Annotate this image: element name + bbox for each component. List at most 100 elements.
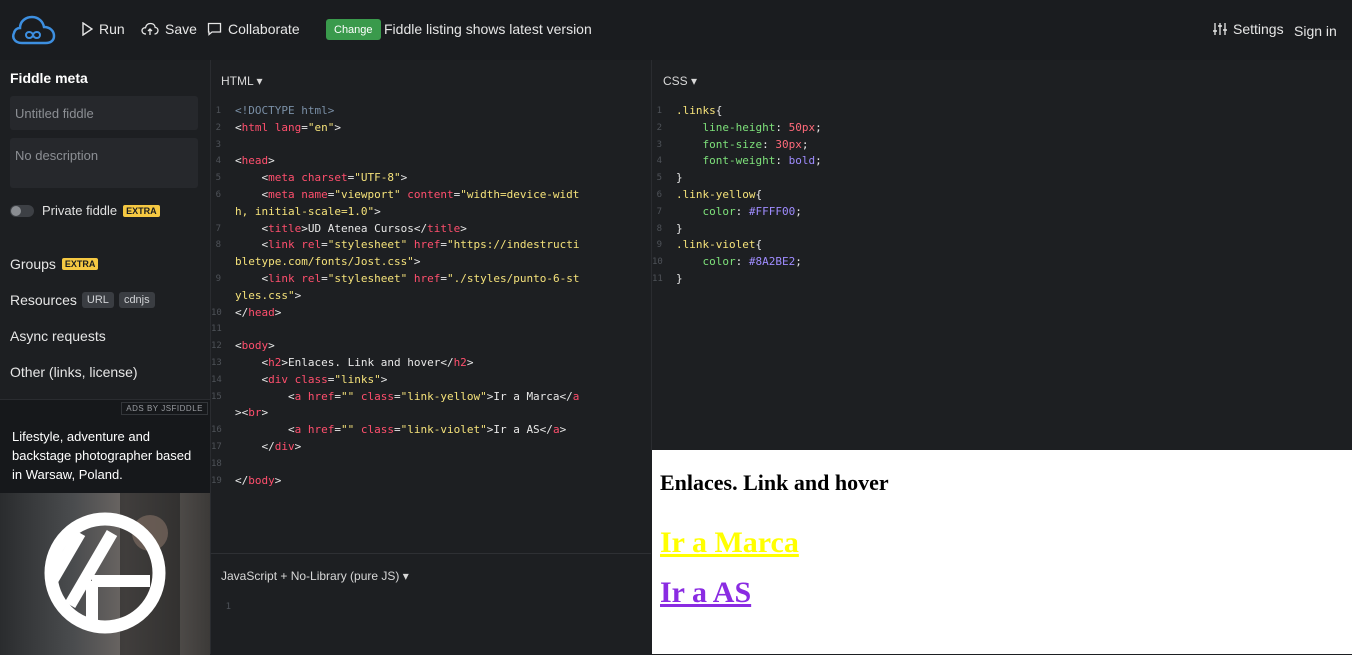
css-panel-label[interactable]: CSS ▾ xyxy=(663,74,697,88)
html-editor-panel[interactable]: HTML ▾ 1 <!DOCTYPE html> 2 <html lang="en">… xyxy=(210,60,651,553)
code-text: .link-violet{ xyxy=(676,238,763,252)
code-line[interactable]: 17 </div> xyxy=(211,439,651,456)
code-text: <body> xyxy=(235,339,275,353)
code-line[interactable]: 11 xyxy=(211,321,651,338)
code-line[interactable]: 13 <h2>Enlaces. Link and hover</h2> xyxy=(211,355,651,372)
code-line[interactable]: 18 xyxy=(211,456,651,473)
sidebar-item-async-requests[interactable]: Async requests xyxy=(10,328,106,344)
code-text: <title>UD Atenea Cursos</title> xyxy=(235,221,467,235)
code-line[interactable]: h, initial-scale=1.0"> xyxy=(211,204,651,221)
code-line[interactable]: 14 <div class="links"> xyxy=(211,372,651,389)
extra-badge: EXTRA xyxy=(123,204,160,217)
code-line[interactable]: 6 .link-yellow{ xyxy=(652,187,1342,204)
line-number: 3 xyxy=(215,139,221,150)
code-line[interactable]: 11} xyxy=(652,271,1342,288)
code-line[interactable]: 10 </head> xyxy=(211,305,651,322)
code-line[interactable]: 1 <!DOCTYPE html> xyxy=(211,103,651,120)
line-number: 4 xyxy=(656,156,662,167)
line-number: 9 xyxy=(656,240,662,251)
js-code-editor[interactable]: 1 xyxy=(221,599,641,616)
code-line[interactable]: 9 .link-violet{ xyxy=(652,237,1342,254)
code-line[interactable]: 10 color: #8A2BE2; xyxy=(652,254,1342,271)
result-link-yellow[interactable]: Ir a Marca xyxy=(660,523,799,563)
resources-label: Resources xyxy=(10,292,77,308)
code-text: <link rel="stylesheet" href="https://ind… xyxy=(235,238,580,252)
code-line[interactable]: 5 <meta charset="UTF-8"> xyxy=(211,170,651,187)
result-link-violet[interactable]: Ir a AS xyxy=(660,573,751,613)
line-number: 14 xyxy=(211,374,222,385)
js-editor-panel[interactable]: JavaScript + No-Library (pure JS) ▾ 1 xyxy=(210,553,651,654)
sidebar-item-groups[interactable]: Groups EXTRA xyxy=(10,256,99,272)
code-line[interactable]: 3 font-size: 30px; xyxy=(652,137,1342,154)
collaborate-button[interactable]: Collaborate xyxy=(207,21,300,37)
code-line[interactable]: 9 <link rel="stylesheet" href="./styles/… xyxy=(211,271,651,288)
line-number: 10 xyxy=(211,307,222,318)
ad-text[interactable]: Lifestyle, adventure and backstage photo… xyxy=(12,427,202,484)
line-number: 15 xyxy=(211,391,222,402)
code-line[interactable]: bletype.com/fonts/Jost.css"> xyxy=(211,254,651,271)
code-line[interactable]: 6 <meta name="viewport" content="width=d… xyxy=(211,187,651,204)
resources-tag-url[interactable]: URL xyxy=(81,292,114,308)
ad-photo[interactable] xyxy=(0,493,210,655)
code-text: <link rel="stylesheet" href="./styles/pu… xyxy=(235,271,580,285)
code-line[interactable]: 7 <title>UD Atenea Cursos</title> xyxy=(211,221,651,238)
line-number: 4 xyxy=(215,156,221,167)
fiddle-name-input[interactable]: Untitled fiddle xyxy=(10,96,198,130)
cloud-upload-icon xyxy=(141,22,159,35)
run-button[interactable]: Run xyxy=(81,21,125,37)
code-text: <meta charset="UTF-8"> xyxy=(235,171,408,185)
ads-label: ADS BY JSFIDDLE xyxy=(121,402,208,415)
css-code-editor[interactable]: 1 .links{ 2 line-height: 50px; 3 font-size:… xyxy=(652,103,1342,288)
code-text: color: #FFFF00; xyxy=(702,204,802,218)
line-number: 10 xyxy=(652,257,663,268)
code-line[interactable]: 16 <a href="" class="link-violet">Ir a A… xyxy=(211,422,651,439)
code-text: .links{ xyxy=(676,104,723,117)
code-line[interactable]: 2 <html lang="en"> xyxy=(211,120,651,137)
resources-tag-cdnjs[interactable]: cdnjs xyxy=(118,292,155,308)
code-text: <a href="" class="link-yellow">Ir a Marc… xyxy=(235,389,580,403)
settings-button[interactable]: Settings xyxy=(1212,21,1284,37)
groups-extra-badge: EXTRA xyxy=(61,258,99,270)
code-text: bletype.com/fonts/Jost.css"> xyxy=(235,255,421,269)
code-line[interactable]: 7 color: #FFFF00; xyxy=(652,204,1342,221)
fiddle-description-input[interactable]: No description xyxy=(10,138,198,188)
line-number: 11 xyxy=(211,324,222,335)
code-text: <a href="" class="link-violet">Ir a AS</… xyxy=(235,423,567,437)
sidebar-item-resources[interactable]: Resources URL cdnjs xyxy=(10,292,155,308)
sign-in-link[interactable]: Sign in xyxy=(1294,23,1337,39)
code-line[interactable]: 15 <a href="" class="link-yellow">Ir a M… xyxy=(211,389,651,406)
code-line[interactable]: 19 </body> xyxy=(211,473,651,490)
change-message: Fiddle listing shows latest version xyxy=(384,21,592,37)
code-line[interactable]: yles.css"> xyxy=(211,288,651,305)
code-line[interactable]: 2 line-height: 50px; xyxy=(652,120,1342,137)
code-line[interactable]: 12 <body> xyxy=(211,338,651,355)
line-number: 19 xyxy=(211,475,222,486)
code-line[interactable]: 8} xyxy=(652,221,1342,238)
code-line[interactable]: 4 font-weight: bold; xyxy=(652,153,1342,170)
css-editor-panel[interactable]: CSS ▾ 1 .links{ 2 line-height: 50px; 3 font… xyxy=(651,60,1352,450)
result-panel[interactable]: Enlaces. Link and hover Ir a Marca Ir a … xyxy=(652,450,1352,654)
line-number: 9 xyxy=(215,273,221,284)
code-line[interactable]: 5} xyxy=(652,170,1342,187)
html-code-editor[interactable]: 1 <!DOCTYPE html> 2 <html lang="en"> 3 4 <head… xyxy=(211,103,651,489)
js-panel-label[interactable]: JavaScript + No-Library (pure JS) ▾ xyxy=(221,569,409,583)
private-fiddle-label: Private fiddle xyxy=(42,203,118,218)
code-text: line-height: 50px; xyxy=(702,120,822,134)
change-badge[interactable]: Change xyxy=(326,19,381,40)
code-line[interactable]: 4 <head> xyxy=(211,153,651,170)
code-line[interactable]: ><br> xyxy=(211,405,651,422)
save-button[interactable]: Save xyxy=(141,21,197,37)
groups-label: Groups xyxy=(10,256,56,272)
line-number: 1 xyxy=(656,106,662,116)
html-panel-label[interactable]: HTML ▾ xyxy=(221,74,263,88)
code-line[interactable]: 1 xyxy=(221,599,641,616)
code-text: <html lang="en"> xyxy=(235,120,341,134)
sidebar-item-other[interactable]: Other (links, license) xyxy=(10,364,138,380)
ad-box[interactable]: ADS BY JSFIDDLE Lifestyle, adventure and… xyxy=(0,399,210,655)
jsfiddle-logo-icon[interactable] xyxy=(10,13,56,47)
code-line[interactable]: 1 .links{ xyxy=(652,103,1342,120)
code-line[interactable]: 3 xyxy=(211,137,651,154)
toggle-switch[interactable] xyxy=(10,204,34,217)
code-line[interactable]: 8 <link rel="stylesheet" href="https://i… xyxy=(211,237,651,254)
private-fiddle-toggle[interactable]: Private fiddle EXTRA xyxy=(10,203,160,218)
